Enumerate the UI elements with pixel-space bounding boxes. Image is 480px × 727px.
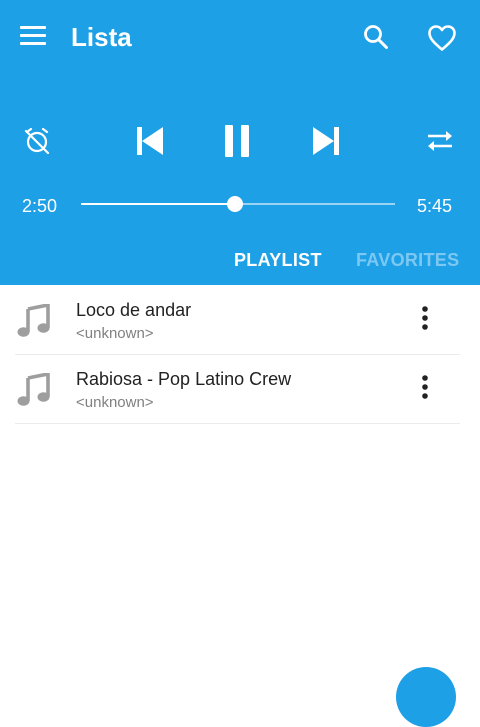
progress-row: 2:50 5:45 <box>0 190 480 220</box>
tab-playlist[interactable]: PLAYLIST <box>234 250 322 270</box>
player-header: Lista 2:50 5:45 PLAYLIST FAVORITES <box>0 0 480 285</box>
floating-action-button[interactable] <box>396 667 456 727</box>
more-vert-icon[interactable] <box>413 375 437 401</box>
menu-icon[interactable] <box>20 25 46 47</box>
track-title: Loco de andar <box>76 300 192 320</box>
app-title: Lista <box>71 22 132 52</box>
search-icon[interactable] <box>363 24 389 50</box>
skip-previous-icon[interactable] <box>137 127 163 155</box>
playback-controls <box>0 115 480 170</box>
total-duration: 5:45 <box>417 196 453 216</box>
repeat-icon[interactable] <box>427 129 453 153</box>
seek-bar[interactable] <box>81 196 395 212</box>
music-note-icon <box>17 372 51 412</box>
alarm-off-icon[interactable] <box>24 127 50 155</box>
more-vert-icon[interactable] <box>413 306 437 332</box>
list-item[interactable]: Loco de andar <unknown> <box>0 286 480 354</box>
track-title: Rabiosa - Pop Latino Crew <box>76 369 292 389</box>
heart-outline-icon[interactable] <box>427 24 457 52</box>
app-bar: Lista <box>0 0 480 75</box>
skip-next-icon[interactable] <box>313 127 339 155</box>
divider <box>15 423 460 424</box>
pause-icon[interactable] <box>225 125 249 157</box>
music-note-icon <box>17 303 51 343</box>
elapsed-time: 2:50 <box>22 196 58 216</box>
track-artist: <unknown> <box>76 394 154 411</box>
tab-bar: PLAYLIST FAVORITES <box>0 238 480 282</box>
list-item[interactable]: Rabiosa - Pop Latino Crew <unknown> <box>0 355 480 423</box>
tab-favorites[interactable]: FAVORITES <box>356 250 459 270</box>
seek-bar-progress <box>81 203 235 205</box>
seek-bar-thumb[interactable] <box>226 196 243 212</box>
track-artist: <unknown> <box>76 325 154 342</box>
